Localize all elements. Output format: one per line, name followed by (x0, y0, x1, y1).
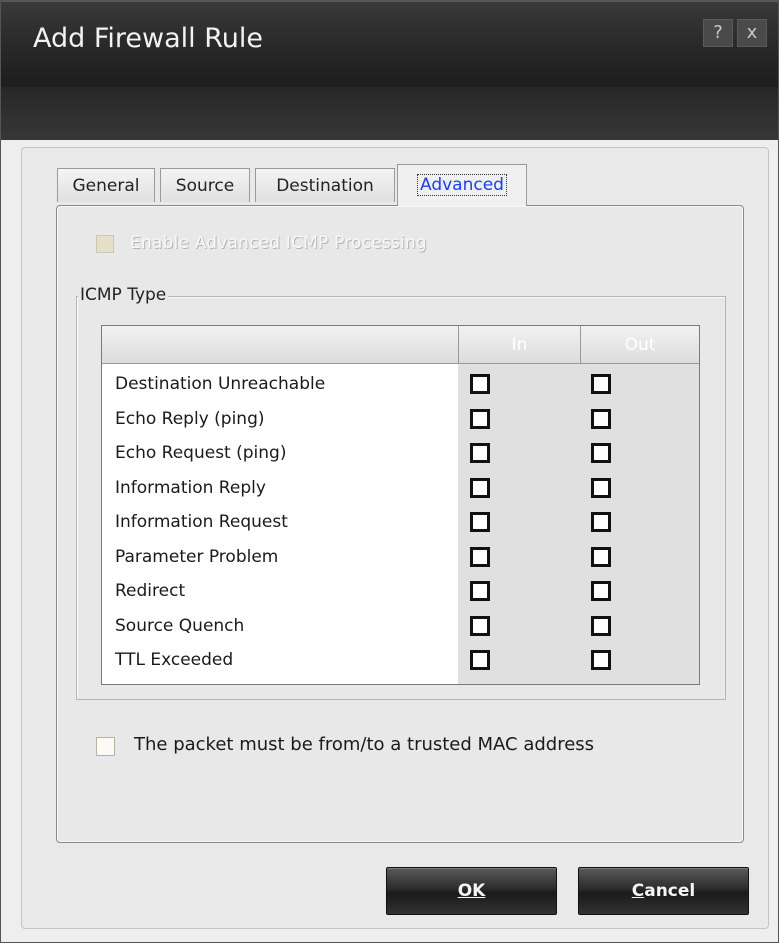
cancel-button[interactable]: Cancel (578, 867, 749, 915)
out-checkbox[interactable] (591, 615, 611, 636)
out-checkbox[interactable] (591, 374, 611, 394)
icmp-row-label: Redirect (115, 581, 186, 601)
icmp-type-list[interactable]: In Out Destination Unreachable Echo Repl… (101, 325, 700, 685)
out-checkbox[interactable] (591, 546, 611, 567)
icmp-row-label: Echo Request (ping) (115, 443, 287, 463)
out-checkbox[interactable] (591, 477, 611, 498)
out-checkbox[interactable] (591, 650, 611, 670)
in-checkbox[interactable] (470, 477, 490, 498)
icmp-row-ttl-exceeded: TTL Exceeded (102, 643, 699, 678)
icmp-row-label: Destination Unreachable (115, 374, 326, 394)
in-checkbox[interactable] (470, 546, 490, 567)
icmp-row-label: Echo Reply (ping) (115, 408, 265, 429)
icmp-row-label: TTL Exceeded (115, 650, 234, 670)
in-checkbox[interactable] (470, 374, 490, 394)
header-name-column[interactable] (102, 326, 458, 363)
in-checkbox[interactable] (470, 512, 490, 532)
ok-button[interactable]: OK (386, 867, 557, 915)
icmp-list-header: In Out (102, 326, 699, 364)
icmp-row-label: Source Quench (115, 615, 245, 636)
out-checkbox[interactable] (591, 443, 611, 463)
header-out-column[interactable]: Out (580, 326, 699, 363)
title-bar[interactable]: Add Firewall Rule ? x (1, 1, 778, 140)
tab-general-label: General (72, 176, 140, 196)
tab-advanced[interactable]: Advanced (397, 164, 527, 206)
icmp-type-group-label: ICMP Type (78, 285, 169, 305)
icmp-row-echo-request: Echo Request (ping) (102, 436, 699, 471)
in-checkbox[interactable] (470, 443, 490, 463)
tab-destination[interactable]: Destination (255, 168, 395, 202)
tab-general[interactable]: General (57, 168, 155, 202)
ok-button-label: OK (457, 881, 486, 901)
in-checkbox[interactable] (470, 615, 490, 636)
tab-advanced-label: Advanced (417, 174, 507, 196)
icmp-row-redirect: Redirect (102, 574, 699, 609)
out-checkbox[interactable] (591, 408, 611, 429)
tab-source-label: Source (175, 176, 235, 196)
out-checkbox[interactable] (591, 581, 611, 601)
enable-icmp-label: Enable Advanced ICMP Processing (130, 233, 427, 253)
icmp-row-label: Parameter Problem (115, 546, 279, 567)
icmp-row-label: Information Reply (115, 477, 266, 498)
tab-destination-label: Destination (276, 176, 374, 196)
close-button[interactable]: x (737, 19, 767, 47)
header-in-column[interactable]: In (458, 326, 580, 363)
in-checkbox[interactable] (470, 650, 490, 670)
icmp-row-information-request: Information Request (102, 505, 699, 540)
icmp-row-echo-reply: Echo Reply (ping) (102, 402, 699, 437)
cancel-button-label: Cancel (631, 881, 696, 901)
trusted-mac-checkbox[interactable] (96, 737, 115, 756)
icmp-row-information-reply: Information Reply (102, 471, 699, 506)
help-button[interactable]: ? (703, 19, 733, 47)
icmp-row-parameter-problem: Parameter Problem (102, 540, 699, 575)
in-checkbox[interactable] (470, 581, 490, 601)
trusted-mac-label: The packet must be from/to a trusted MAC… (134, 734, 595, 755)
tab-source[interactable]: Source (160, 168, 250, 202)
out-checkbox[interactable] (591, 512, 611, 532)
in-checkbox[interactable] (470, 408, 490, 429)
icmp-row-label: Information Request (115, 512, 288, 532)
icmp-row-destination-unreachable: Destination Unreachable (102, 367, 699, 402)
enable-icmp-checkbox[interactable] (96, 235, 114, 253)
dialog-title: Add Firewall Rule (33, 23, 264, 54)
icmp-row-source-quench: Source Quench (102, 609, 699, 644)
